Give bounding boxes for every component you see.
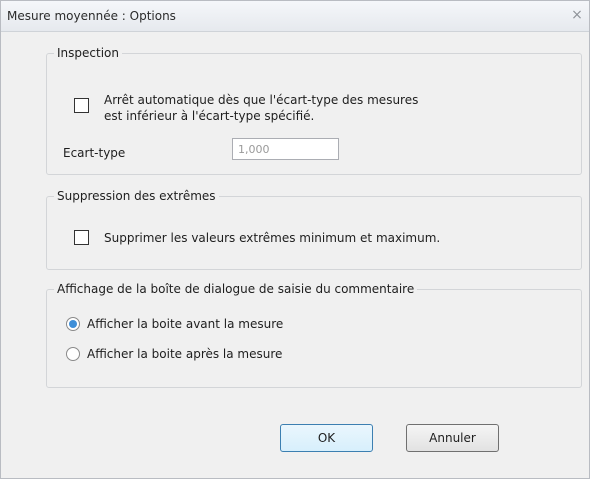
- before-measure-radio[interactable]: [66, 317, 80, 331]
- title-bar[interactable]: Mesure moyennée : Options ×: [1, 1, 589, 32]
- auto-stop-label-line1: Arrêt automatique dès que l'écart-type d…: [104, 93, 419, 107]
- extremes-legend: Suppression des extrêmes: [57, 189, 216, 203]
- remove-extremes-label[interactable]: Supprimer les valeurs extrêmes minimum e…: [104, 230, 440, 246]
- comment-dialog-legend: Affichage de la boîte de dialogue de sai…: [57, 282, 415, 296]
- window-title: Mesure moyennée : Options: [7, 9, 176, 23]
- std-dev-field[interactable]: [232, 138, 339, 160]
- after-measure-label[interactable]: Afficher la boite après la mesure: [87, 347, 282, 361]
- options-dialog: Mesure moyennée : Options × Inspection A…: [0, 0, 590, 479]
- auto-stop-label-line2: est inférieur à l'écart-type spécifié.: [104, 109, 315, 123]
- std-dev-label: Ecart-type: [63, 146, 126, 160]
- close-icon[interactable]: ×: [569, 6, 585, 24]
- remove-extremes-checkbox[interactable]: [74, 230, 89, 245]
- auto-stop-checkbox[interactable]: [74, 98, 89, 113]
- after-measure-radio[interactable]: [66, 347, 80, 361]
- ok-button[interactable]: OK: [280, 424, 373, 452]
- cancel-button[interactable]: Annuler: [406, 424, 499, 452]
- comment-dialog-group: Affichage de la boîte de dialogue de sai…: [46, 282, 582, 388]
- auto-stop-label[interactable]: Arrêt automatique dès que l'écart-type d…: [104, 92, 418, 124]
- before-measure-label[interactable]: Afficher la boite avant la mesure: [87, 317, 283, 331]
- inspection-legend: Inspection: [57, 46, 119, 60]
